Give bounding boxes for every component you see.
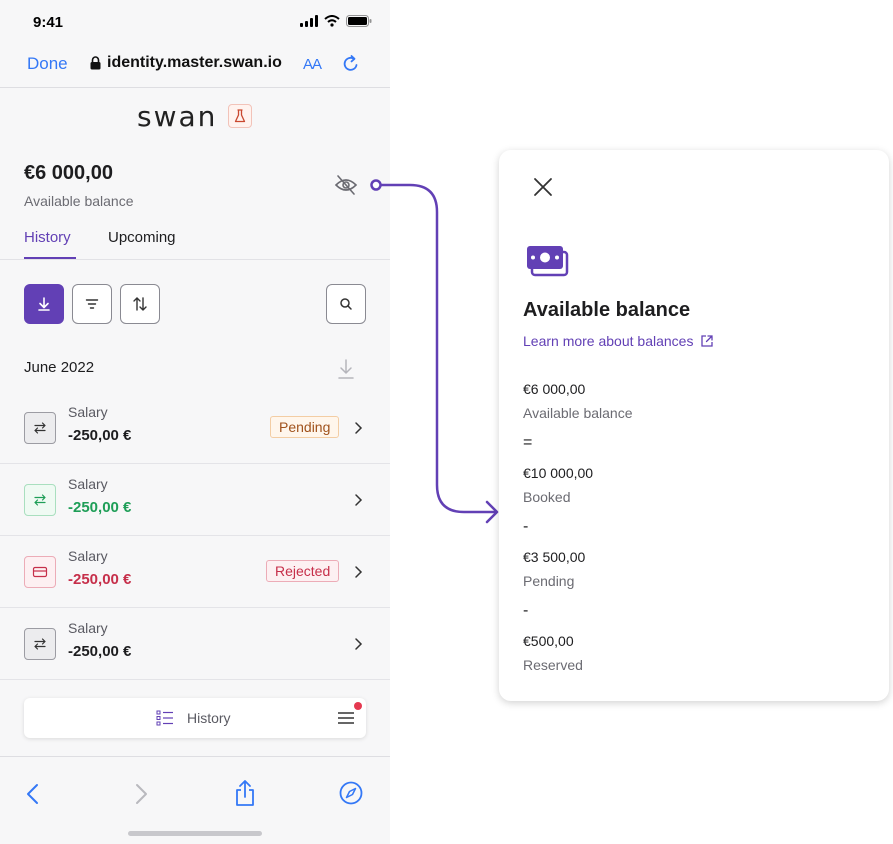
transfer-icon [24, 628, 56, 660]
history-tabs: History Upcoming [0, 228, 390, 260]
breakdown-minus: - [523, 518, 529, 535]
breakdown-pending-value: €3 500,00 [523, 549, 586, 565]
transaction-row[interactable]: Salary -250,00 € Pending [0, 392, 390, 464]
chevron-right-icon [355, 638, 363, 650]
status-badge-rejected: Rejected [266, 560, 340, 582]
month-title: June 2022 [24, 359, 95, 376]
breakdown-available-value: €6 000,00 [523, 381, 586, 397]
reload-icon[interactable] [341, 54, 361, 74]
battery-icon [346, 15, 372, 27]
notification-dot [354, 702, 362, 710]
sort-icon [133, 297, 147, 311]
wifi-icon [324, 15, 340, 27]
transaction-label: Salary [68, 548, 108, 564]
transaction-amount: -250,00 € [68, 571, 132, 588]
breakdown-pending-label: Pending [523, 573, 575, 589]
breakdown-booked-value: €10 000,00 [523, 465, 594, 481]
breakdown-equals: = [523, 434, 533, 451]
transfer-icon [24, 484, 56, 516]
balance-amount: €6 000,00 [24, 162, 113, 184]
cash-icon [527, 246, 569, 277]
tab-upcoming[interactable]: Upcoming [108, 229, 176, 246]
compass-icon[interactable] [339, 781, 363, 805]
text-size-button[interactable]: AA [303, 56, 322, 73]
download-icon [38, 297, 50, 311]
chevron-right-icon [355, 494, 363, 506]
done-button[interactable]: Done [27, 54, 68, 74]
transaction-amount: -250,00 € [68, 643, 132, 660]
breakdown-reserved-value: €500,00 [523, 633, 574, 649]
search-icon [340, 298, 352, 310]
url-address[interactable]: identity.master.swan.io [90, 54, 282, 72]
transaction-amount: -250,00 € [68, 499, 132, 516]
tab-history[interactable]: History [24, 229, 71, 246]
share-icon[interactable] [234, 779, 256, 807]
transaction-row[interactable]: Salary -250,00 € Rejected [0, 536, 390, 608]
learn-more-text: Learn more about balances [523, 333, 694, 349]
phone-screen: 9:41 Done identity.master.swan.io AA swa… [0, 0, 390, 844]
home-indicator [128, 831, 262, 836]
flask-icon [234, 109, 246, 123]
chevron-right-icon [355, 422, 363, 434]
balance-details-card [499, 150, 889, 701]
bottom-nav: History [24, 698, 366, 738]
breakdown-minus: - [523, 602, 529, 619]
transaction-label: Salary [68, 476, 108, 492]
download-icon[interactable] [336, 357, 356, 381]
breakdown-available-label: Available balance [523, 405, 633, 421]
forward-icon[interactable] [133, 783, 149, 805]
download-button[interactable] [24, 284, 64, 324]
status-badge-pending: Pending [270, 416, 340, 438]
sandbox-badge [228, 104, 252, 128]
breakdown-booked-label: Booked [523, 489, 571, 505]
status-time: 9:41 [33, 14, 64, 31]
transfer-icon [24, 412, 56, 444]
filter-icon [85, 299, 99, 309]
chevron-right-icon [355, 566, 363, 578]
transaction-amount: -250,00 € [68, 427, 132, 444]
card-title: Available balance [523, 299, 691, 321]
swan-logo: swan [137, 100, 218, 133]
back-icon[interactable] [25, 783, 41, 805]
list-icon [156, 710, 173, 726]
transaction-label: Salary [68, 620, 108, 636]
signal-icon [300, 15, 318, 27]
status-icons [300, 15, 372, 27]
close-icon[interactable] [531, 175, 555, 199]
learn-more-link[interactable]: Learn more about balances [523, 333, 714, 349]
breakdown-reserved-label: Reserved [523, 657, 583, 673]
balance-label: Available balance [24, 193, 134, 209]
menu-icon[interactable] [337, 710, 355, 726]
transaction-row[interactable]: Salary -250,00 € [0, 608, 390, 680]
browser-url-bar: Done identity.master.swan.io AA [0, 44, 390, 88]
transaction-label: Salary [68, 404, 108, 420]
transaction-row[interactable]: Salary -250,00 € [0, 464, 390, 536]
search-button[interactable] [326, 284, 366, 324]
card-icon [24, 556, 56, 588]
active-tab-indicator [24, 257, 76, 259]
status-bar: 9:41 [0, 0, 390, 44]
lock-icon [90, 56, 101, 70]
sort-button[interactable] [120, 284, 160, 324]
filter-button[interactable] [72, 284, 112, 324]
eye-off-icon[interactable] [334, 174, 358, 196]
bottom-nav-history-label[interactable]: History [187, 710, 231, 726]
url-host-text: identity.master.swan.io [107, 54, 282, 71]
external-link-icon [701, 335, 714, 347]
